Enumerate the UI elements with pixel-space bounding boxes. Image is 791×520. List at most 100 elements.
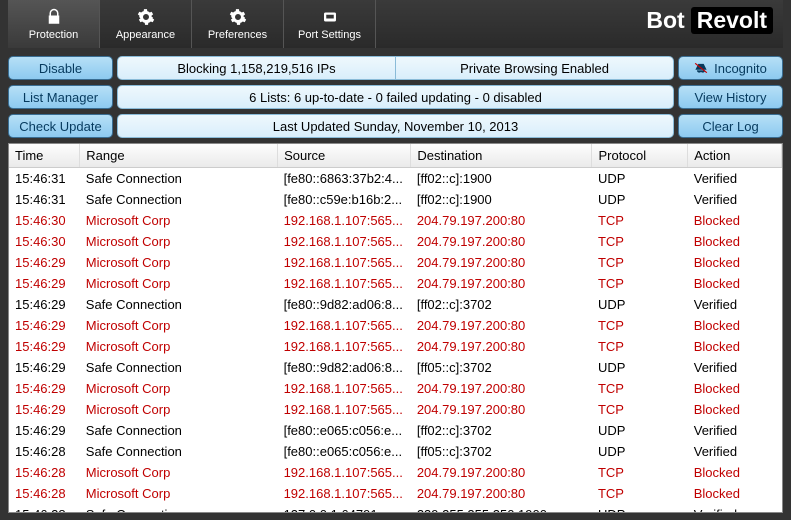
cell-action: Blocked bbox=[688, 252, 782, 273]
last-updated-status: Last Updated Sunday, November 10, 2013 bbox=[117, 114, 674, 138]
tab-label: Appearance bbox=[116, 29, 175, 41]
cell-src: 192.168.1.107:565... bbox=[278, 315, 411, 336]
main-toolbar: Protection Appearance Preferences Port S… bbox=[8, 0, 783, 48]
col-dest[interactable]: Destination bbox=[411, 144, 592, 168]
table-row[interactable]: 15:46:29Microsoft Corp192.168.1.107:565.… bbox=[9, 252, 782, 273]
col-proto[interactable]: Protocol bbox=[592, 144, 688, 168]
clear-log-button[interactable]: Clear Log bbox=[678, 114, 783, 138]
table-row[interactable]: 15:46:28Safe Connection[fe80::e065:c056:… bbox=[9, 441, 782, 462]
col-source[interactable]: Source bbox=[278, 144, 411, 168]
cell-proto: TCP bbox=[592, 462, 688, 483]
cell-range: Safe Connection bbox=[80, 294, 278, 315]
tab-protection[interactable]: Protection bbox=[8, 0, 100, 48]
list-manager-button[interactable]: List Manager bbox=[8, 85, 113, 109]
cell-range: Safe Connection bbox=[80, 168, 278, 190]
cell-src: [fe80::e065:c056:e... bbox=[278, 441, 411, 462]
cell-src: 192.168.1.107:565... bbox=[278, 210, 411, 231]
cell-range: Microsoft Corp bbox=[80, 273, 278, 294]
table-row[interactable]: 15:46:29Microsoft Corp192.168.1.107:565.… bbox=[9, 315, 782, 336]
cell-time: 15:46:29 bbox=[9, 420, 80, 441]
tab-appearance[interactable]: Appearance bbox=[100, 0, 192, 48]
table-row[interactable]: 15:46:29Safe Connection[fe80::9d82:ad06:… bbox=[9, 357, 782, 378]
tab-label: Preferences bbox=[208, 29, 267, 41]
cell-time: 15:46:28 bbox=[9, 441, 80, 462]
cell-dst: 204.79.197.200:80 bbox=[411, 399, 592, 420]
private-browsing-status: Private Browsing Enabled bbox=[396, 61, 673, 76]
cell-time: 15:46:30 bbox=[9, 210, 80, 231]
cell-proto: UDP bbox=[592, 294, 688, 315]
cell-src: [fe80::9d82:ad06:8... bbox=[278, 294, 411, 315]
cell-time: 15:46:31 bbox=[9, 189, 80, 210]
cell-range: Safe Connection bbox=[80, 189, 278, 210]
table-row[interactable]: 15:46:29Microsoft Corp192.168.1.107:565.… bbox=[9, 378, 782, 399]
cell-time: 15:46:29 bbox=[9, 315, 80, 336]
cell-time: 15:46:29 bbox=[9, 399, 80, 420]
cell-src: 192.168.1.107:565... bbox=[278, 483, 411, 504]
cell-proto: UDP bbox=[592, 504, 688, 512]
cell-dst: [ff02::c]:1900 bbox=[411, 168, 592, 190]
cell-action: Blocked bbox=[688, 231, 782, 252]
cell-src: 192.168.1.107:565... bbox=[278, 399, 411, 420]
cell-action: Verified bbox=[688, 504, 782, 512]
table-row[interactable]: 15:46:29Microsoft Corp192.168.1.107:565.… bbox=[9, 273, 782, 294]
cell-proto: UDP bbox=[592, 441, 688, 462]
cell-dst: [ff02::c]:3702 bbox=[411, 294, 592, 315]
cell-range: Microsoft Corp bbox=[80, 210, 278, 231]
col-time[interactable]: Time bbox=[9, 144, 80, 168]
view-history-button[interactable]: View History bbox=[678, 85, 783, 109]
incognito-button[interactable]: Incognito bbox=[678, 56, 783, 80]
col-range[interactable]: Range bbox=[80, 144, 278, 168]
cell-proto: TCP bbox=[592, 315, 688, 336]
cell-dst: 204.79.197.200:80 bbox=[411, 252, 592, 273]
cell-action: Verified bbox=[688, 294, 782, 315]
cell-proto: UDP bbox=[592, 189, 688, 210]
cell-src: 192.168.1.107:565... bbox=[278, 252, 411, 273]
cell-time: 15:46:29 bbox=[9, 378, 80, 399]
check-update-button[interactable]: Check Update bbox=[8, 114, 113, 138]
cell-src: [fe80::6863:37b2:4... bbox=[278, 168, 411, 190]
brand-second: Revolt bbox=[691, 7, 773, 34]
cell-dst: [ff02::c]:3702 bbox=[411, 420, 592, 441]
table-row[interactable]: 15:46:31Safe Connection[fe80::6863:37b2:… bbox=[9, 168, 782, 190]
cell-proto: UDP bbox=[592, 168, 688, 190]
cell-dst: [ff05::c]:3702 bbox=[411, 441, 592, 462]
col-action[interactable]: Action bbox=[688, 144, 782, 168]
cell-action: Verified bbox=[688, 441, 782, 462]
cell-time: 15:46:28 bbox=[9, 462, 80, 483]
cell-range: Safe Connection bbox=[80, 441, 278, 462]
cell-src: 192.168.1.107:565... bbox=[278, 378, 411, 399]
brand-logo: Bot Revolt bbox=[646, 7, 773, 34]
cell-dst: 204.79.197.200:80 bbox=[411, 462, 592, 483]
table-row[interactable]: 15:46:28Microsoft Corp192.168.1.107:565.… bbox=[9, 483, 782, 504]
table-row[interactable]: 15:46:30Microsoft Corp192.168.1.107:565.… bbox=[9, 231, 782, 252]
table-row[interactable]: 15:46:29Microsoft Corp192.168.1.107:565.… bbox=[9, 399, 782, 420]
table-row[interactable]: 15:46:30Microsoft Corp192.168.1.107:565.… bbox=[9, 210, 782, 231]
cell-dst: 204.79.197.200:80 bbox=[411, 210, 592, 231]
cell-action: Blocked bbox=[688, 483, 782, 504]
table-row[interactable]: 15:46:28Microsoft Corp192.168.1.107:565.… bbox=[9, 462, 782, 483]
cell-range: Microsoft Corp bbox=[80, 462, 278, 483]
incognito-icon bbox=[694, 61, 708, 75]
log-table: Time Range Source Destination Protocol A… bbox=[9, 144, 782, 512]
cell-dst: 239.255.255.250:1900 bbox=[411, 504, 592, 512]
cell-dst: [ff05::c]:3702 bbox=[411, 357, 592, 378]
cell-src: [fe80::e065:c056:e... bbox=[278, 420, 411, 441]
cell-action: Verified bbox=[688, 189, 782, 210]
gear-icon bbox=[229, 7, 247, 27]
disable-button[interactable]: Disable bbox=[8, 56, 113, 80]
log-scroll[interactable]: Time Range Source Destination Protocol A… bbox=[9, 144, 782, 512]
table-row[interactable]: 15:46:31Safe Connection[fe80::c59e:b16b:… bbox=[9, 189, 782, 210]
tab-port-settings[interactable]: Port Settings bbox=[284, 0, 376, 48]
tab-preferences[interactable]: Preferences bbox=[192, 0, 284, 48]
table-row[interactable]: 15:46:28Safe Connection127.0.0.1:6479123… bbox=[9, 504, 782, 512]
cell-time: 15:46:29 bbox=[9, 294, 80, 315]
table-row[interactable]: 15:46:29Safe Connection[fe80::9d82:ad06:… bbox=[9, 294, 782, 315]
gear-icon bbox=[137, 7, 155, 27]
cell-src: [fe80::c59e:b16b:2... bbox=[278, 189, 411, 210]
table-row[interactable]: 15:46:29Safe Connection[fe80::e065:c056:… bbox=[9, 420, 782, 441]
table-row[interactable]: 15:46:29Microsoft Corp192.168.1.107:565.… bbox=[9, 336, 782, 357]
cell-proto: TCP bbox=[592, 399, 688, 420]
cell-proto: TCP bbox=[592, 483, 688, 504]
blocking-count: Blocking 1,158,219,516 IPs bbox=[118, 61, 395, 76]
cell-time: 15:46:31 bbox=[9, 168, 80, 190]
